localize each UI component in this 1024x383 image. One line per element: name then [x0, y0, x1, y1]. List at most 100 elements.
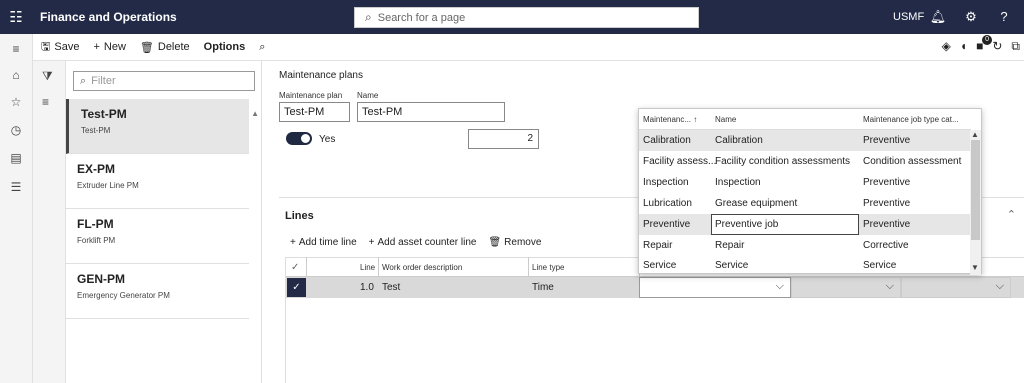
add-time-line-button[interactable]: + Add time line — [290, 237, 357, 248]
list-item[interactable]: Test-PM Test-PM — [66, 99, 249, 154]
toggle-label: Yes — [319, 134, 336, 145]
attachments-icon[interactable]: ■ 0 — [976, 35, 993, 54]
open-new-window-icon[interactable]: ⧉ — [1011, 39, 1020, 54]
options-button[interactable]: Options — [204, 41, 246, 53]
filter-icon[interactable]: ⧩ — [42, 69, 53, 84]
lines-toolbar: + Add time line + Add asset counter line 🗑… — [290, 237, 541, 248]
name-field[interactable]: Test-PM — [357, 102, 505, 122]
list-item[interactable]: EX-PM Extruder Line PM — [66, 154, 249, 209]
delete-button[interactable]: 🗑︎ Delete — [140, 41, 190, 54]
delete-label: Delete — [157, 41, 190, 53]
name-label: Name — [357, 91, 379, 100]
column-header-line[interactable]: Line — [360, 263, 375, 272]
job-type-dropdown[interactable]: ⌵ — [639, 277, 791, 298]
lookup-row[interactable]: Lubrication Grease equipment Preventive — [639, 193, 971, 214]
column-header-line-type[interactable]: Line type — [532, 263, 564, 272]
list-item-subtitle: Emergency Generator PM — [77, 291, 170, 300]
app-launcher-icon[interactable]: ☷ — [0, 0, 32, 34]
trade-dropdown[interactable]: ⌵ — [901, 277, 1011, 298]
lookup-column-code[interactable]: Maintenanc... ↑ — [643, 115, 697, 124]
list-scroll-up-icon[interactable]: ▲ — [251, 109, 259, 118]
new-button[interactable]: + New — [93, 41, 125, 53]
lookup-cell-code: Repair — [643, 240, 673, 251]
scroll-up-icon[interactable]: ▲ — [971, 130, 979, 139]
lookup-cell-name-editing[interactable]: Preventive job — [711, 214, 859, 235]
lookup-row[interactable]: Facility assess... Facility condition as… — [639, 151, 971, 172]
lookup-cell-name: Inspection — [715, 177, 761, 188]
cell-description[interactable]: Test — [382, 282, 400, 293]
lookup-row[interactable]: Calibration Calibration Preventive — [639, 130, 971, 151]
search-input[interactable]: ⌕ Search for a page — [354, 7, 699, 28]
list-item-subtitle: Forklift PM — [77, 236, 116, 245]
list-toggle-icon[interactable]: ≡ — [42, 95, 49, 109]
column-header-description[interactable]: Work order description — [382, 263, 462, 272]
filter-placeholder: Filter — [91, 75, 116, 87]
app-title[interactable]: Finance and Operations — [40, 10, 177, 24]
list-item[interactable]: GEN-PM Emergency Generator PM — [66, 264, 249, 319]
lookup-header: Maintenanc... ↑ Name Maintenance job typ… — [639, 109, 971, 130]
home-icon[interactable]: ⌂ — [8, 68, 24, 84]
lookup-cell-category: Condition assessment — [863, 156, 962, 167]
cell-line: 1.0 — [360, 282, 374, 293]
select-all-checkbox[interactable]: ✓ — [291, 262, 299, 273]
lookup-cell-category: Preventive — [863, 135, 911, 146]
job-type-lookup: Maintenanc... ↑ Name Maintenance job typ… — [638, 108, 982, 275]
active-toggle[interactable] — [286, 132, 312, 145]
save-button[interactable]: 🖫︎ Save — [41, 38, 79, 57]
clock-icon[interactable]: ◷ — [8, 123, 24, 139]
lookup-cell-code: Inspection — [643, 177, 689, 188]
workspace-icon[interactable]: ▤ — [8, 151, 24, 167]
navigation-rail: ≡ ⌂ ☆ ◷ ▤ ☰ — [0, 34, 33, 383]
lookup-row[interactable]: Inspection Inspection Preventive — [639, 172, 971, 193]
new-label: New — [103, 41, 126, 53]
list-item[interactable]: FL-PM Forklift PM — [66, 209, 249, 264]
cell-line-type[interactable]: Time — [532, 282, 554, 293]
chevron-down-icon: ⌵ — [775, 280, 784, 292]
lookup-column-code-label: Maintenanc... — [643, 115, 692, 124]
lookup-row-selected[interactable]: Preventive Preventive job Preventive — [639, 214, 971, 235]
action-search-icon[interactable]: ⌕ — [259, 41, 265, 54]
lookup-cell-category: Preventive — [863, 198, 911, 209]
bell-icon[interactable]: 🔔︎ — [929, 9, 947, 25]
lookup-column-name[interactable]: Name — [715, 115, 736, 124]
lookup-cell-name: Service — [715, 260, 749, 271]
lines-section-title[interactable]: Lines — [285, 210, 314, 222]
add-asset-counter-line-button[interactable]: + Add asset counter line — [369, 237, 477, 248]
lookup-cell-name: Facility condition assessments — [715, 156, 851, 167]
list-item-subtitle: Extruder Line PM — [77, 181, 139, 190]
row-checkbox[interactable]: ✓ — [287, 278, 306, 297]
lookup-row[interactable]: Service Service Service — [639, 256, 971, 274]
lookup-scrollbar[interactable]: ▲ ▼ — [970, 130, 981, 275]
gear-icon[interactable]: ⚙ — [962, 9, 980, 25]
filter-input[interactable]: ⌕ Filter — [73, 71, 255, 91]
trash-icon: 🗑︎ — [139, 41, 154, 54]
company-picker[interactable]: USMF — [893, 11, 924, 23]
lookup-cell-code: Lubrication — [643, 198, 692, 209]
refresh-icon[interactable]: ↻ — [992, 39, 1002, 54]
scroll-down-icon[interactable]: ▼ — [971, 263, 979, 272]
remove-button[interactable]: 🗑︎ Remove — [488, 237, 541, 248]
lookup-column-category[interactable]: Maintenance job type cat... — [863, 115, 959, 124]
lookup-row[interactable]: Repair Repair Corrective — [639, 235, 971, 256]
list-item-title: GEN-PM — [77, 272, 125, 286]
office-icon[interactable]: ◖ — [960, 39, 967, 54]
attachments-count: 0 — [982, 35, 993, 45]
star-icon[interactable]: ☆ — [8, 95, 24, 111]
modules-list-icon[interactable]: ☰ — [8, 180, 24, 196]
job-variant-dropdown[interactable]: ⌵ — [791, 277, 901, 298]
scroll-thumb[interactable] — [971, 140, 980, 240]
hamburger-icon[interactable]: ≡ — [8, 42, 24, 58]
number-field[interactable]: 2 — [468, 129, 539, 149]
list-item-title: FL-PM — [77, 217, 114, 231]
lookup-cell-code: Preventive — [643, 219, 691, 230]
lookup-cell-category: Corrective — [863, 240, 909, 251]
plan-field[interactable]: Test-PM — [279, 102, 350, 122]
plus-icon: + — [368, 237, 375, 248]
section-title: Maintenance plans — [279, 70, 363, 81]
action-pane: 🖫︎ Save + New 🗑︎ Delete Options ⌕ ◈ ◖ ■ 0 ↻ … — [33, 34, 1024, 61]
lookup-cell-name: Calibration — [715, 135, 763, 146]
collapse-chevron-icon[interactable]: ⌃ — [1007, 208, 1016, 221]
help-icon[interactable]: ? — [995, 9, 1013, 24]
lookup-cell-category: Preventive — [863, 219, 911, 230]
diamond-icon[interactable]: ◈ — [942, 39, 951, 54]
